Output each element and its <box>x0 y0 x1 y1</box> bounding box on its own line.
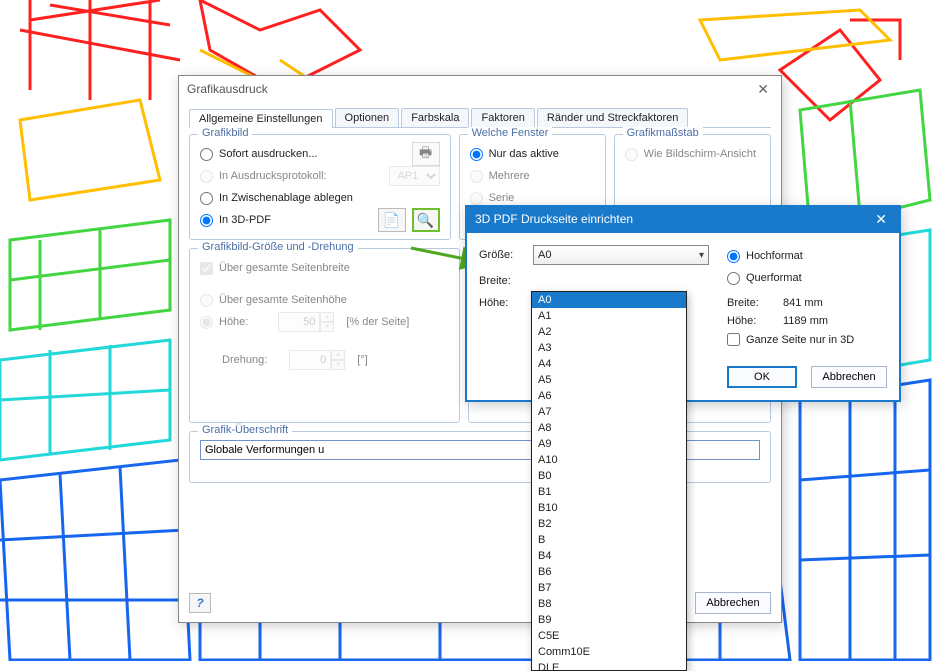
pdf-icon[interactable]: 📄 <box>378 208 406 232</box>
ok-button-pdf[interactable]: OK <box>727 366 797 388</box>
size-option[interactable]: B0 <box>532 468 686 484</box>
close-button[interactable]: ✕ <box>753 76 773 102</box>
size-option[interactable]: B2 <box>532 516 686 532</box>
group-title-size: Grafikbild-Größe und -Drehung <box>198 241 358 253</box>
check-full-page-3d[interactable] <box>727 333 740 346</box>
size-dropdown-list[interactable]: A0A1A2A3A4A5A6A7A8A9A10B0B1B10B2BB4B6B7B… <box>531 291 687 671</box>
size-option[interactable]: A4 <box>532 356 686 372</box>
size-option[interactable]: B8 <box>532 596 686 612</box>
radio-full-height <box>200 294 213 307</box>
size-option[interactable]: B7 <box>532 580 686 596</box>
size-option[interactable]: A8 <box>532 420 686 436</box>
group-title-massstab: Grafikmaßstab <box>623 127 703 139</box>
height-input <box>278 312 320 332</box>
size-option[interactable]: A7 <box>532 404 686 420</box>
radio-protocol <box>200 170 213 183</box>
radio-clipboard[interactable] <box>200 192 213 205</box>
cancel-button-main[interactable]: Abbrechen <box>695 592 771 614</box>
radio-portrait[interactable] <box>727 250 740 263</box>
rotation-input <box>289 350 331 370</box>
cancel-button-pdf[interactable]: Abbrechen <box>811 366 887 388</box>
tab-margins[interactable]: Ränder und Streckfaktoren <box>537 108 688 127</box>
size-option[interactable]: B9 <box>532 612 686 628</box>
group-size-rotation: Grafikbild-Größe und -Drehung Über gesam… <box>189 248 460 423</box>
size-option[interactable]: A10 <box>532 452 686 468</box>
protocol-select: AP1 <box>389 166 440 186</box>
custom-width-label: Breite: <box>479 275 533 287</box>
tab-colorscale[interactable]: Farbskala <box>401 108 469 127</box>
size-option[interactable]: C5E <box>532 628 686 644</box>
check-full-width <box>200 262 213 275</box>
tab-strip: Allgemeine Einstellungen Optionen Farbsk… <box>189 108 771 128</box>
size-option[interactable]: A2 <box>532 324 686 340</box>
tab-options[interactable]: Optionen <box>335 108 400 127</box>
group-title-fenster: Welche Fenster <box>468 127 553 139</box>
group-grafikbild: Grafikbild Sofort ausdrucken... 🖶 In Aus… <box>189 134 451 240</box>
tab-factors[interactable]: Faktoren <box>471 108 534 127</box>
radio-as-screen <box>625 148 638 161</box>
size-option[interactable]: A9 <box>532 436 686 452</box>
radio-print-now[interactable] <box>200 148 213 161</box>
close-button-pdf[interactable]: ✕ <box>871 211 891 228</box>
group-title-heading: Grafik-Überschrift <box>198 424 292 436</box>
size-option[interactable]: A3 <box>532 340 686 356</box>
custom-height-label: Höhe: <box>479 297 533 309</box>
size-option[interactable]: A6 <box>532 388 686 404</box>
tab-general[interactable]: Allgemeine Einstellungen <box>189 109 333 128</box>
size-option[interactable]: A1 <box>532 308 686 324</box>
size-option[interactable]: Comm10E <box>532 644 686 660</box>
size-option[interactable]: B1 <box>532 484 686 500</box>
size-option[interactable]: B4 <box>532 548 686 564</box>
radio-height-pct <box>200 316 213 329</box>
radio-3dpdf[interactable] <box>200 214 213 227</box>
dialog-title: Grafikausdruck <box>187 76 268 102</box>
radio-series <box>470 192 483 205</box>
height-value: 1189 mm <box>783 315 828 327</box>
size-option[interactable]: DLE <box>532 660 686 670</box>
group-title-grafikbild: Grafikbild <box>198 127 252 139</box>
width-value: 841 mm <box>783 297 823 309</box>
help-button[interactable]: ? <box>189 593 211 613</box>
size-option[interactable]: B6 <box>532 564 686 580</box>
page-setup-icon[interactable]: 🔍 <box>412 208 440 232</box>
size-option[interactable]: B10 <box>532 500 686 516</box>
size-option[interactable]: A5 <box>532 372 686 388</box>
size-option[interactable]: B <box>532 532 686 548</box>
size-combobox[interactable]: A0 <box>533 245 709 265</box>
size-label: Größe: <box>479 249 533 261</box>
radio-active-window[interactable] <box>470 148 483 161</box>
printer-icon: 🖶 <box>412 142 440 166</box>
radio-landscape[interactable] <box>727 272 740 285</box>
size-option[interactable]: A0 <box>532 292 686 308</box>
radio-more-windows <box>470 170 483 183</box>
pdf-dialog-title: 3D PDF Druckseite einrichten <box>475 212 633 226</box>
